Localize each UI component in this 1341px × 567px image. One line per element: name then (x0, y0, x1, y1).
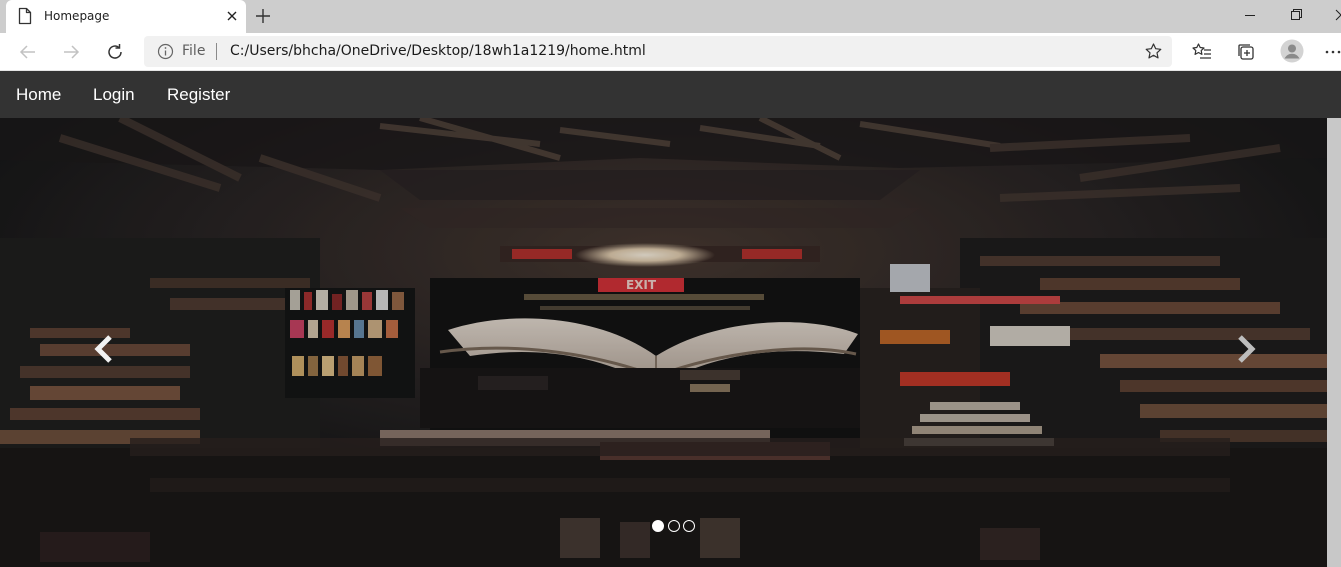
carousel-indicators (652, 520, 698, 534)
info-icon[interactable] (157, 43, 174, 60)
collections-icon[interactable] (1235, 41, 1257, 63)
carousel-dot-3[interactable] (683, 520, 695, 532)
more-options-icon[interactable] (1324, 41, 1341, 63)
browser-tab[interactable]: Homepage (6, 0, 246, 33)
forward-arrow-icon[interactable] (60, 41, 82, 63)
carousel-dot-1[interactable] (652, 520, 664, 532)
chevron-right-icon[interactable] (1228, 332, 1262, 366)
nav-link-register[interactable]: Register (167, 85, 230, 105)
star-icon[interactable] (1144, 42, 1163, 61)
page-scrollbar[interactable] (1327, 118, 1341, 567)
browser-tab-strip: Homepage (0, 0, 1341, 33)
close-tab-icon[interactable] (224, 8, 240, 24)
carousel-dot-2[interactable] (668, 520, 680, 532)
tab-title: Homepage (44, 9, 110, 23)
restore-icon[interactable] (1273, 0, 1319, 30)
favorites-icon[interactable] (1191, 41, 1213, 63)
image-carousel: EXIT (0, 118, 1327, 567)
browser-toolbar: File C:/Users/bhcha/OneDrive/Desktop/18w… (0, 33, 1341, 71)
nav-link-login[interactable]: Login (93, 85, 135, 105)
carousel-slide-image: EXIT (0, 118, 1327, 567)
reload-icon[interactable] (104, 41, 126, 63)
url-text[interactable]: C:/Users/bhcha/OneDrive/Desktop/18wh1a12… (230, 43, 646, 59)
close-window-icon[interactable] (1319, 0, 1341, 30)
nav-link-home[interactable]: Home (16, 85, 61, 105)
profile-avatar-icon[interactable] (1280, 39, 1304, 63)
site-navbar: Home Login Register (0, 71, 1341, 118)
page-icon (18, 7, 32, 25)
new-tab-icon[interactable] (253, 6, 273, 26)
address-bar[interactable]: File C:/Users/bhcha/OneDrive/Desktop/18w… (144, 36, 1172, 67)
scheme-label: File (182, 43, 206, 59)
omnibox-divider (216, 43, 217, 60)
minimize-icon[interactable] (1227, 0, 1273, 30)
chevron-left-icon[interactable] (88, 332, 122, 366)
back-arrow-icon[interactable] (17, 41, 39, 63)
